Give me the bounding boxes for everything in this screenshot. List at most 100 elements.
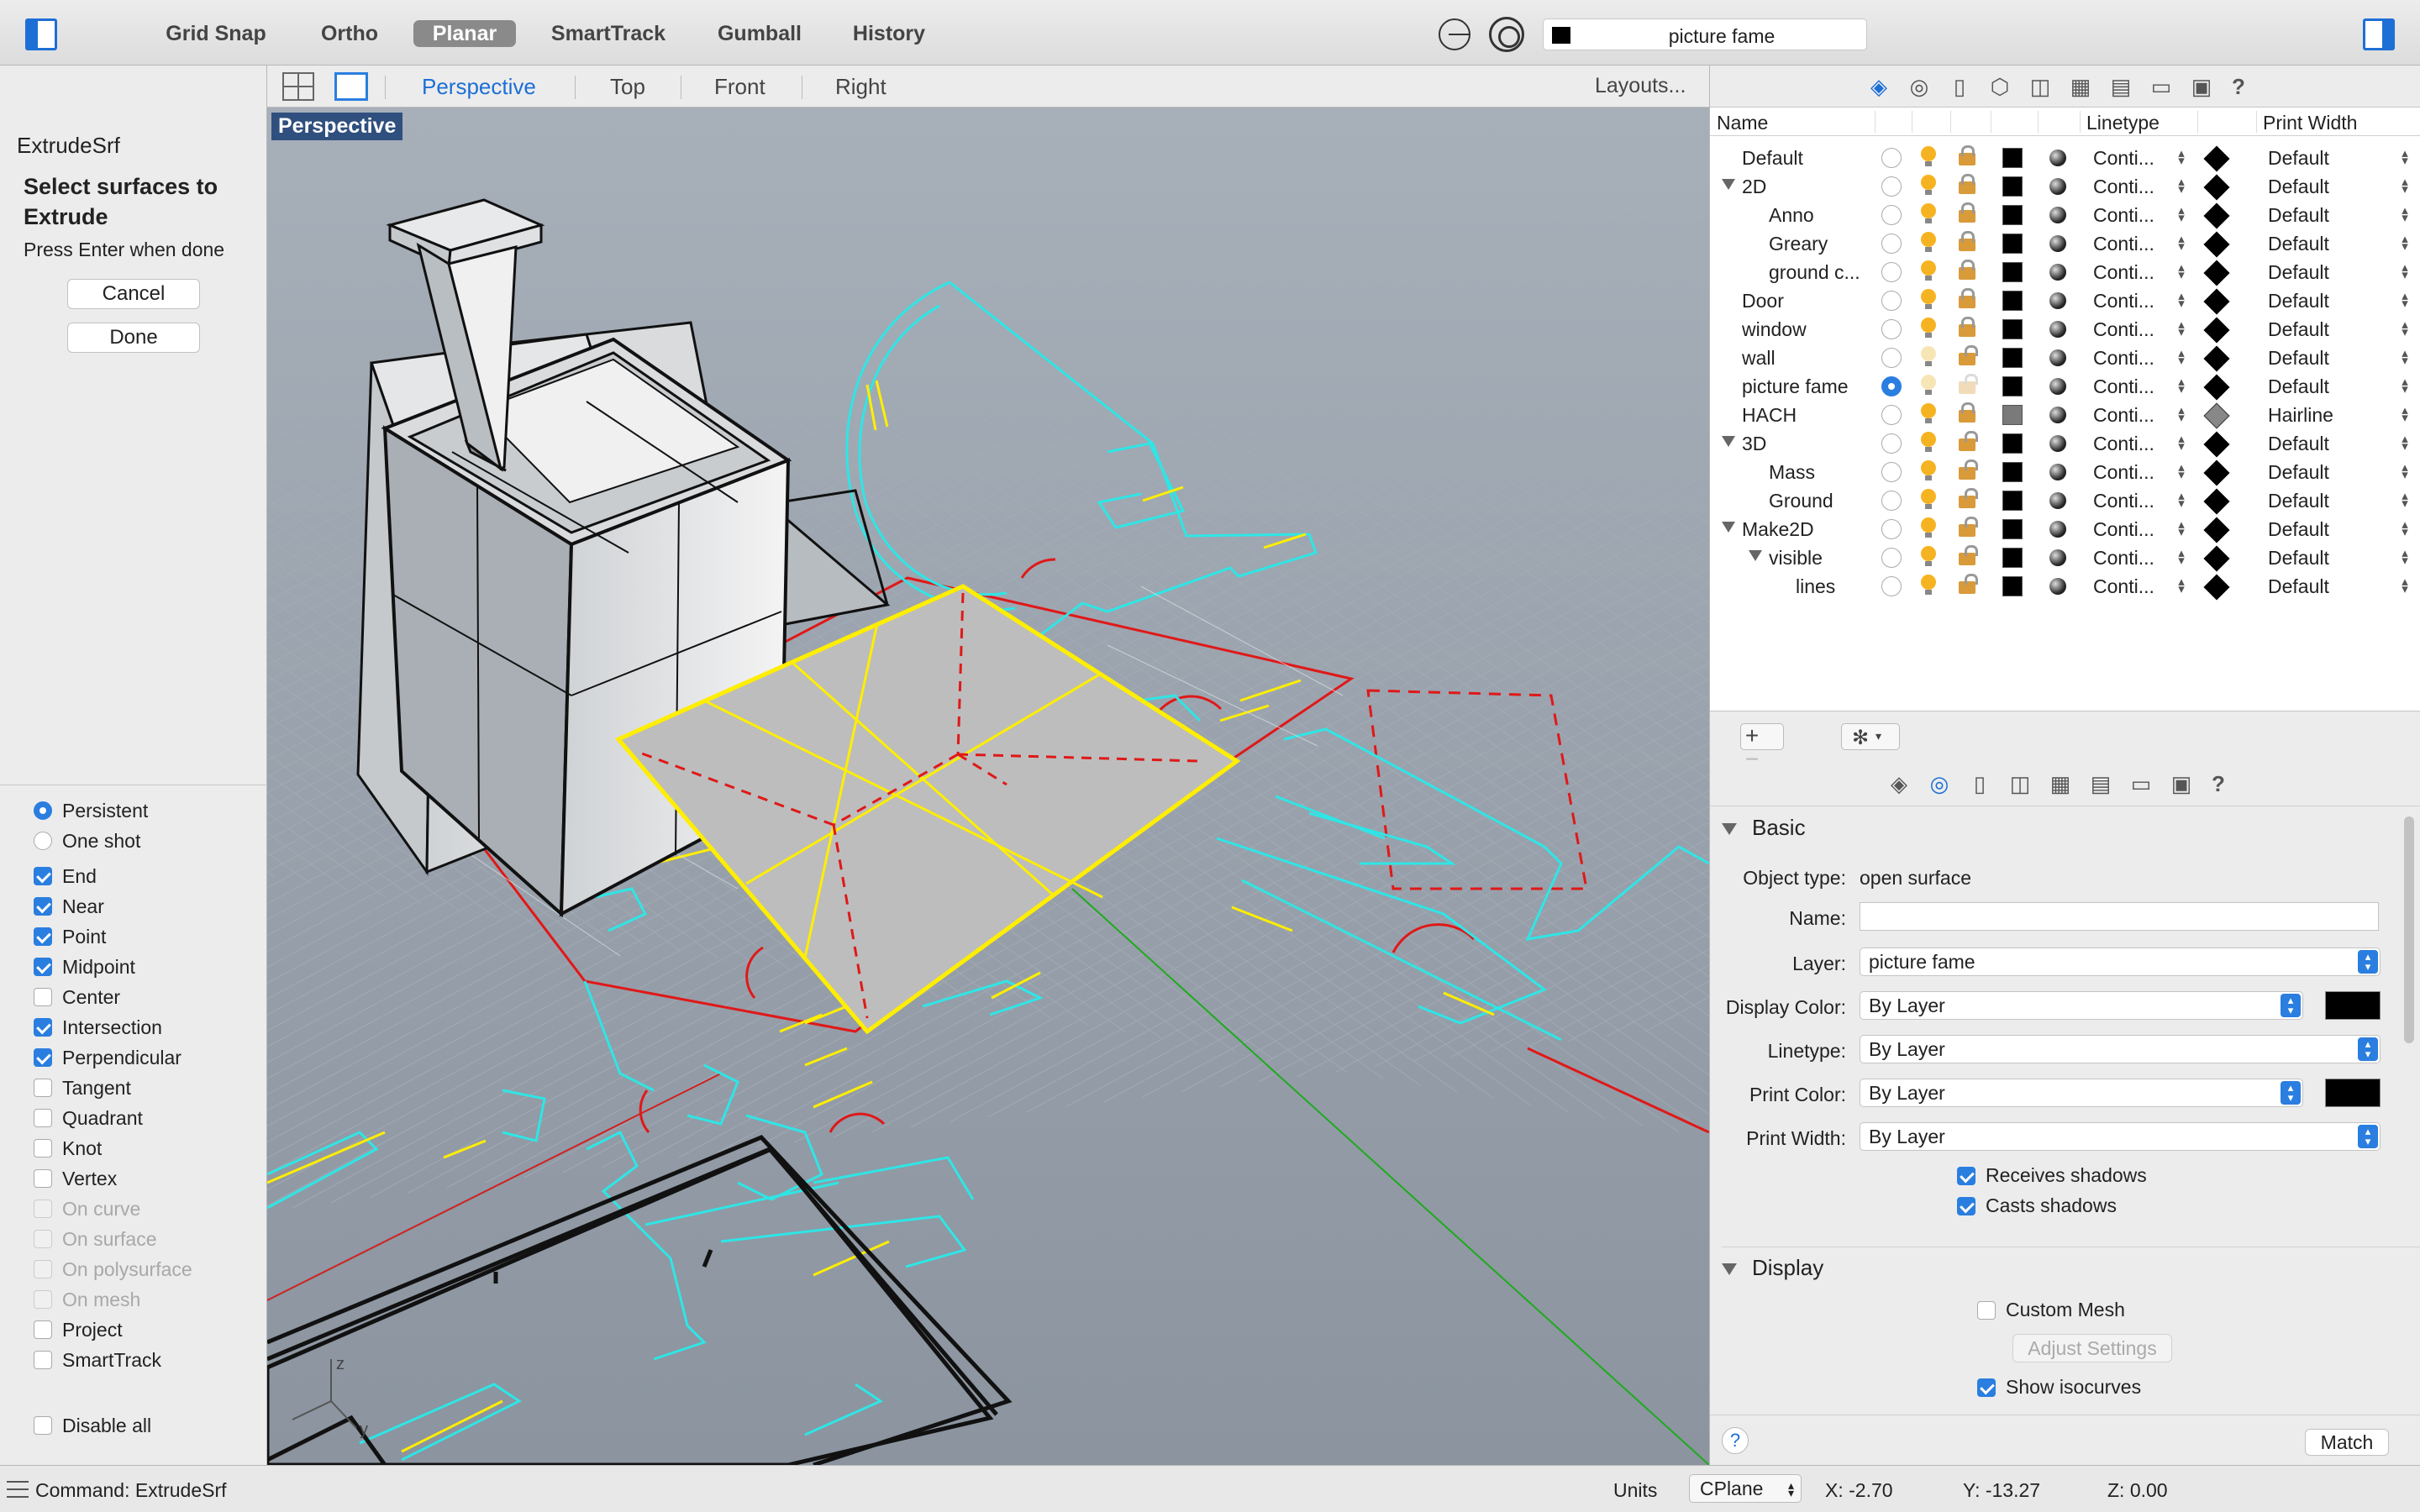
current-layer-radio-icon[interactable]	[1881, 176, 1902, 197]
disclosure-triangle-icon[interactable]	[1722, 823, 1737, 836]
current-layer-radio-icon[interactable]	[1881, 234, 1902, 254]
chevron-updown-icon[interactable]: ▴ ▾	[2401, 575, 2409, 596]
display-color-select[interactable]: By Layer ▴ ▾	[1860, 991, 2303, 1020]
chevron-updown-icon[interactable]: ▴ ▾	[2177, 176, 2186, 196]
checkbox-icon[interactable]	[1957, 1196, 1975, 1215]
lock-icon[interactable]	[1959, 574, 1978, 594]
column-name[interactable]: Name	[1717, 112, 1768, 134]
column-print-width[interactable]: Print Width	[2263, 112, 2357, 134]
layer-print-width[interactable]: Default	[2268, 261, 2329, 284]
checkbox-icon[interactable]	[34, 1320, 52, 1339]
chevron-updown-icon[interactable]: ▴ ▾	[2177, 490, 2186, 510]
print-color-diamond-icon[interactable]	[2203, 145, 2230, 172]
layer-row[interactable]: 2D Conti... ▴ ▾ Default ▴ ▾	[1710, 171, 2420, 201]
layer-print-width[interactable]: Default	[2268, 204, 2329, 227]
layer-linetype[interactable]: Conti...	[2093, 433, 2154, 455]
layer-row[interactable]: window Conti... ▴ ▾ Default ▴ ▾	[1710, 314, 2420, 344]
lock-icon[interactable]	[1959, 459, 1978, 480]
lock-icon[interactable]	[1959, 488, 1978, 508]
chevron-updown-icon[interactable]: ▴ ▾	[2177, 404, 2186, 424]
layer-name[interactable]: Mass	[1769, 461, 1815, 484]
receives-shadows-checkbox[interactable]: Receives shadows	[1957, 1164, 2147, 1187]
layer-print-width[interactable]: Default	[2268, 318, 2329, 341]
lightbulb-icon[interactable]	[1920, 432, 1937, 454]
lightbulb-icon[interactable]	[1920, 460, 1937, 482]
properties-tab-icon[interactable]: ◎	[1907, 74, 1932, 99]
disclosure-triangle-icon[interactable]	[1722, 179, 1735, 190]
layer-print-width[interactable]: Default	[2268, 147, 2329, 170]
disclosure-triangle-icon[interactable]	[1722, 436, 1735, 447]
osnap-intersection[interactable]: Intersection	[34, 1015, 162, 1040]
checkbox-icon[interactable]	[34, 1109, 52, 1127]
osnap-near[interactable]: Near	[34, 894, 104, 919]
object-properties-tab-icon[interactable]: ◎	[1927, 771, 1952, 796]
print-color-diamond-icon[interactable]	[2203, 260, 2230, 286]
osnap-vertex[interactable]: Vertex	[34, 1166, 117, 1191]
render-tab-icon[interactable]: ▭	[2128, 771, 2154, 796]
layer-row[interactable]: HACH Conti... ▴ ▾ Hairline ▴ ▾	[1710, 400, 2420, 429]
layer-row[interactable]: ground c... Conti... ▴ ▾ Default ▴ ▾	[1710, 257, 2420, 286]
checkbox-icon[interactable]	[34, 897, 52, 916]
layer-row[interactable]: Mass Conti... ▴ ▾ Default ▴ ▾	[1710, 457, 2420, 486]
print-color-diamond-icon[interactable]	[2203, 202, 2230, 229]
layer-color-swatch[interactable]	[2002, 234, 2023, 254]
planar-button[interactable]: Planar	[413, 20, 516, 47]
chevron-updown-icon[interactable]: ▴ ▾	[2177, 233, 2186, 253]
layer-name[interactable]: Anno	[1769, 204, 1814, 227]
print-color-diamond-icon[interactable]	[2203, 488, 2230, 515]
layer-row[interactable]: picture fame Conti... ▴ ▾ Default ▴ ▾	[1710, 371, 2420, 401]
layer-name[interactable]: ground c...	[1769, 261, 1860, 284]
current-layer-radio-icon[interactable]	[1881, 405, 1902, 425]
layer-linetype[interactable]: Conti...	[2093, 490, 2154, 512]
layer-name[interactable]: HACH	[1742, 404, 1797, 427]
cplane-select[interactable]: CPlane ▴ ▾	[1689, 1474, 1802, 1503]
layer-color-swatch[interactable]	[2002, 148, 2023, 168]
layer-name[interactable]: Ground	[1769, 490, 1833, 512]
lightbulb-icon[interactable]	[1920, 318, 1937, 339]
radio-icon[interactable]	[34, 832, 52, 850]
layer-linetype[interactable]: Conti...	[2093, 147, 2154, 170]
material-sphere-icon[interactable]	[2049, 578, 2066, 595]
column-linetype[interactable]: Linetype	[2086, 112, 2160, 134]
lock-icon[interactable]	[1959, 317, 1975, 337]
render-tab-icon[interactable]: ▭	[2149, 74, 2174, 99]
camera-tab-icon[interactable]: ◫	[2007, 771, 2033, 796]
disclosure-triangle-icon[interactable]	[1749, 550, 1762, 561]
lightbulb-icon[interactable]	[1920, 175, 1937, 197]
checkbox-icon[interactable]	[34, 958, 52, 976]
lock-icon[interactable]	[1959, 288, 1975, 308]
chevron-updown-icon[interactable]: ▴ ▾	[2177, 347, 2186, 367]
layer-color-swatch[interactable]	[2002, 291, 2023, 311]
perspective-viewport[interactable]: z y Perspective	[267, 108, 1709, 1465]
lightbulb-icon[interactable]	[1920, 232, 1937, 254]
layers-tab-icon[interactable]: ◈	[1866, 74, 1891, 99]
lightbulb-icon[interactable]	[1920, 403, 1937, 425]
layer-linetype[interactable]: Conti...	[2093, 204, 2154, 227]
layers-tab-icon[interactable]: ◈	[1886, 771, 1912, 796]
basic-section-header[interactable]: Basic	[1722, 815, 1806, 841]
layer-linetype[interactable]: Conti...	[2093, 547, 2154, 570]
lightbulb-icon[interactable]	[1920, 517, 1937, 539]
chevron-updown-icon[interactable]: ▴ ▾	[2401, 318, 2409, 339]
osnap-center[interactable]: Center	[34, 984, 120, 1010]
layer-name[interactable]: window	[1742, 318, 1807, 341]
current-layer-radio-icon[interactable]	[1881, 262, 1902, 282]
linetype-select[interactable]: By Layer ▴ ▾	[1860, 1035, 2381, 1063]
properties-scrollbar[interactable]	[2404, 816, 2414, 1043]
layer-print-width[interactable]: Default	[2268, 547, 2329, 570]
chevron-updown-icon[interactable]: ▴ ▾	[2177, 147, 2186, 167]
left-sidebar-toggle-icon[interactable]	[25, 18, 57, 50]
print-color-diamond-icon[interactable]	[2203, 574, 2230, 601]
layer-linetype[interactable]: Conti...	[2093, 518, 2154, 541]
add-remove-layer-buttons[interactable]: +−	[1740, 723, 1784, 771]
custom-mesh-checkbox[interactable]: Custom Mesh	[1977, 1299, 2125, 1321]
lightbulb-icon[interactable]	[1920, 575, 1937, 596]
osnap-mode-one-shot[interactable]: One shot	[34, 828, 140, 853]
layer-name[interactable]: Make2D	[1742, 518, 1814, 541]
layer-row[interactable]: wall Conti... ▴ ▾ Default ▴ ▾	[1710, 343, 2420, 372]
current-layer-radio-icon[interactable]	[1881, 519, 1902, 539]
layer-name[interactable]: Default	[1742, 147, 1803, 170]
lock-icon[interactable]	[1959, 174, 1975, 194]
print-color-diamond-icon[interactable]	[2203, 345, 2230, 372]
checkbox-icon[interactable]	[34, 927, 52, 946]
